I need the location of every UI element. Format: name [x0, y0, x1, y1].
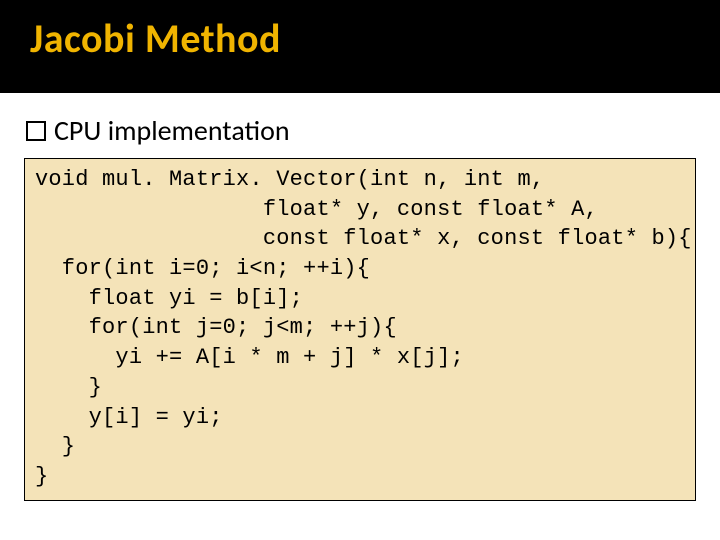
slide-title: Jacobi Method [30, 14, 720, 63]
code-block: void mul. Matrix. Vector(int n, int m, f… [24, 158, 696, 501]
bullet-line: CPU implementation [22, 113, 698, 148]
title-band: Jacobi Method [0, 0, 720, 93]
bullet-text: CPU implementation [54, 113, 290, 148]
slide-content: CPU implementation void mul. Matrix. Vec… [0, 93, 720, 501]
square-bullet-icon [26, 121, 46, 141]
